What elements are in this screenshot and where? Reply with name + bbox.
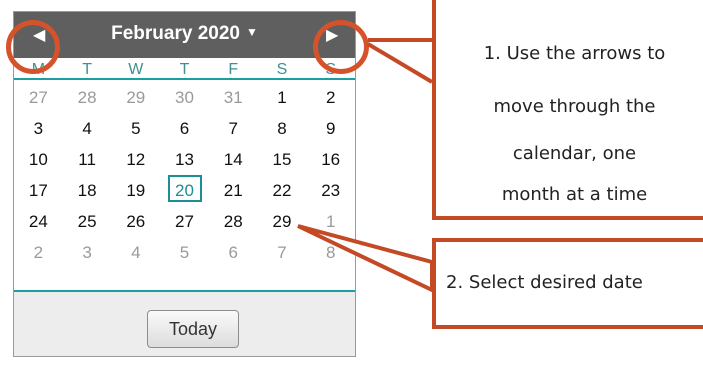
- annotation-box-select-date: 2. Select desired date: [432, 238, 703, 329]
- annotation-text: 2. Select desired date: [446, 272, 643, 293]
- annotation-text-line: calendar, one: [512, 143, 637, 164]
- annotation-box-arrows: 1. Use the arrows to move through the ca…: [432, 0, 703, 220]
- annotation-text-line: month at a time: [501, 184, 648, 205]
- callout-pointer-2: [297, 224, 434, 294]
- callout-line-1b: [366, 42, 434, 84]
- annotation-text-line: move through the: [493, 96, 656, 117]
- annotation-text-line: 1. Use the arrows to: [483, 43, 666, 64]
